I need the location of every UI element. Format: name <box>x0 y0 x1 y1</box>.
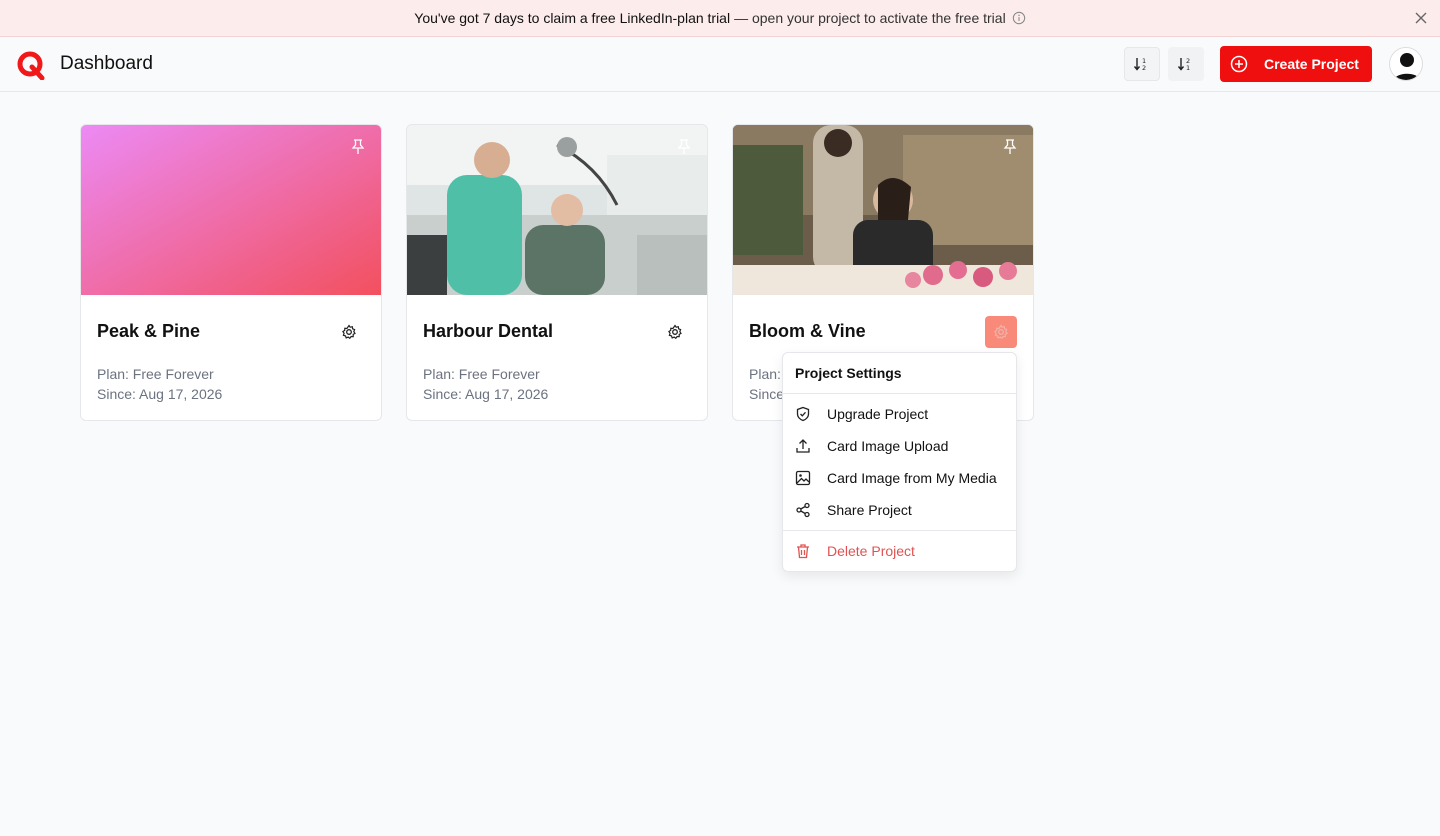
menu-item-card-image-from-media[interactable]: Card Image from My Media <box>783 462 1016 494</box>
pin-icon[interactable] <box>677 139 691 155</box>
image-icon <box>795 470 811 486</box>
gear-icon <box>994 324 1008 340</box>
project-card[interactable]: Peak & Pine Plan: Free Forever Since: Au… <box>80 124 382 421</box>
create-project-button[interactable]: Create Project <box>1220 46 1372 82</box>
project-name: Peak & Pine <box>97 321 201 341</box>
project-card[interactable]: Harbour Dental Plan: Free Forever Since:… <box>406 124 708 421</box>
page-title: Dashboard <box>60 53 153 74</box>
pin-icon[interactable] <box>1003 139 1017 155</box>
menu-item-label: Card Image from My Media <box>827 470 997 486</box>
top-header: Dashboard 1 2 2 1 Create Project <box>0 37 1440 92</box>
project-since: Since: Aug 17, 2026 <box>423 386 549 402</box>
banner-secondary-text: — open your project to activate the free… <box>734 10 1006 26</box>
project-name: Harbour Dental <box>423 321 554 341</box>
project-name: Bloom & Vine <box>749 321 866 341</box>
user-avatar[interactable] <box>1389 47 1423 81</box>
project-since: Since <box>749 386 785 402</box>
sort-descending-button[interactable]: 2 1 <box>1168 47 1204 81</box>
sort-ascending-button[interactable]: 1 2 <box>1124 47 1160 81</box>
card-image <box>81 125 381 295</box>
menu-item-label: Delete Project <box>827 543 915 559</box>
pin-icon[interactable] <box>351 139 365 155</box>
project-plan: Plan: <box>749 366 781 382</box>
share-icon <box>796 502 810 518</box>
upload-icon <box>796 439 810 453</box>
brand-logo-icon[interactable] <box>15 50 45 80</box>
card-image <box>733 125 1033 295</box>
menu-item-label: Share Project <box>827 502 912 518</box>
menu-item-card-image-upload[interactable]: Card Image Upload <box>783 430 1016 462</box>
info-icon[interactable] <box>1012 11 1026 25</box>
menu-item-share-project[interactable]: Share Project <box>783 494 1016 526</box>
menu-item-label: Upgrade Project <box>827 406 929 422</box>
menu-item-label: Card Image Upload <box>827 438 949 454</box>
project-settings-menu: Project Settings Upgrade Project Card Im… <box>782 352 1017 572</box>
menu-item-delete-project[interactable]: Delete Project <box>783 535 1016 567</box>
menu-divider <box>783 530 1016 531</box>
banner-close-button[interactable] <box>1412 9 1430 27</box>
trash-icon <box>797 544 809 559</box>
menu-title: Project Settings <box>783 353 1016 394</box>
svg-text:2: 2 <box>1142 64 1146 72</box>
close-icon <box>1415 12 1427 24</box>
sort-za-icon: 2 1 <box>1177 57 1190 72</box>
gear-icon <box>668 324 682 340</box>
shield-check-icon <box>796 406 810 422</box>
project-plan: Plan: Free Forever <box>97 366 214 382</box>
menu-item-upgrade-project[interactable]: Upgrade Project <box>783 398 1016 430</box>
trial-banner: You've got 7 days to claim a free Linked… <box>0 0 1440 37</box>
project-settings-button[interactable] <box>333 316 365 348</box>
svg-text:1: 1 <box>1186 64 1190 72</box>
project-settings-button[interactable] <box>659 316 691 348</box>
plus-circle-icon <box>1230 55 1248 73</box>
user-icon <box>1393 53 1421 80</box>
gear-icon <box>342 324 356 340</box>
banner-main-text: You've got 7 days to claim a free Linked… <box>414 10 731 26</box>
card-image <box>407 125 707 295</box>
project-plan: Plan: Free Forever <box>423 366 540 382</box>
project-since: Since: Aug 17, 2026 <box>97 386 223 402</box>
sort-az-icon: 1 2 <box>1133 57 1146 72</box>
create-project-label: Create Project <box>1264 56 1359 72</box>
project-settings-button[interactable] <box>985 316 1017 348</box>
